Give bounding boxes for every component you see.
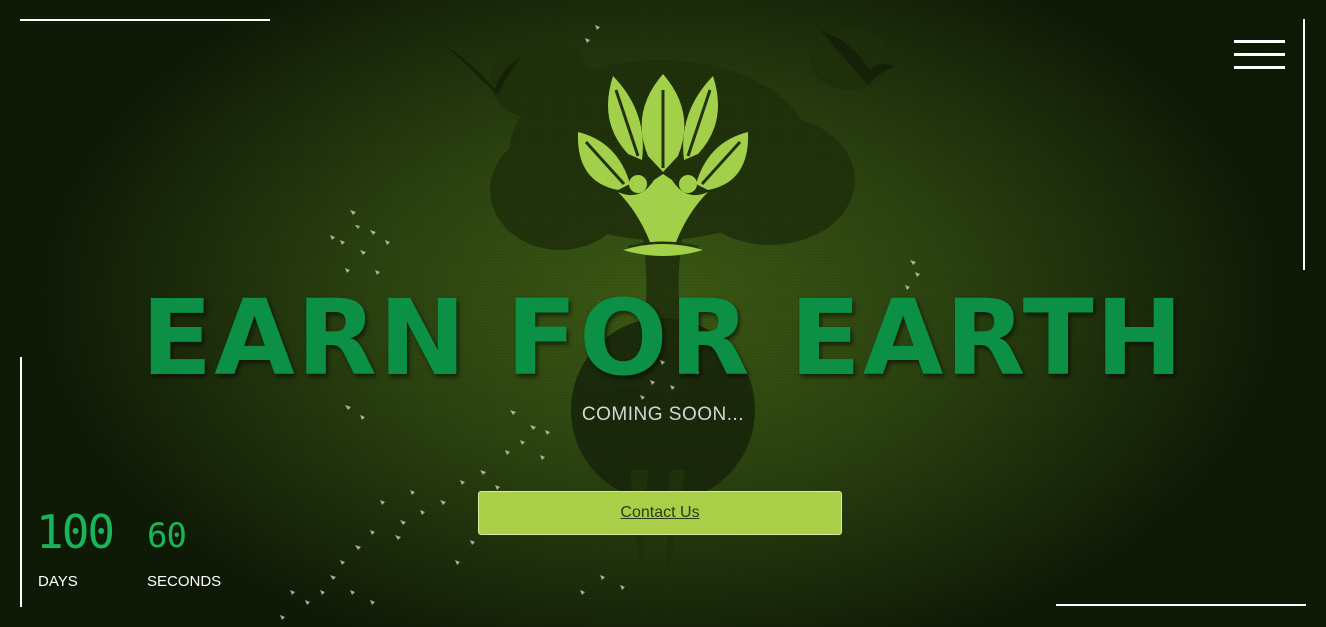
countdown-seconds-value: 60 <box>147 516 187 556</box>
leaf-people-logo-icon <box>577 74 749 256</box>
countdown-days-value: 100 <box>36 505 115 559</box>
countdown-days-label: DAYS <box>38 573 78 590</box>
page-title: EARN FOR EARTH <box>141 277 1185 399</box>
contact-us-button[interactable]: Contact Us <box>478 491 842 535</box>
countdown-seconds-label: SECONDS <box>147 573 222 590</box>
hamburger-menu-icon[interactable] <box>1234 40 1286 72</box>
coming-soon-page: EARN FOR EARTH COMING SOON... Contact Us… <box>0 0 1326 627</box>
frame-line-top-left <box>20 19 270 21</box>
frame-line-bottom-right <box>1056 604 1306 606</box>
frame-line-right <box>1303 19 1305 270</box>
coming-soon-subtitle: COMING SOON... <box>581 404 745 425</box>
menu-bar <box>1234 40 1285 43</box>
menu-bar <box>1234 66 1285 69</box>
menu-bar <box>1234 53 1285 56</box>
